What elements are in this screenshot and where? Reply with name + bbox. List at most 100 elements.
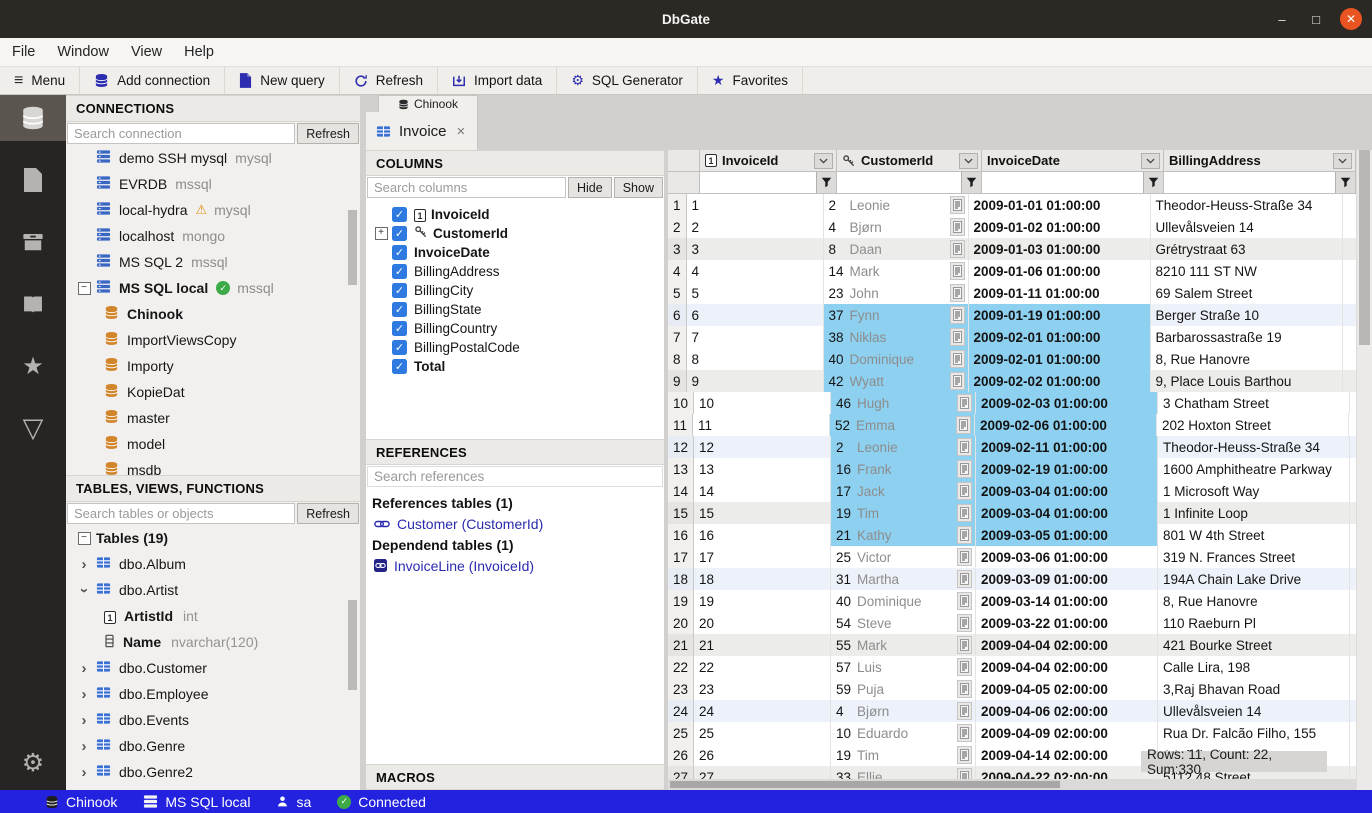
cell-customer-id[interactable]: 19Tim: [831, 502, 976, 524]
open-reference-document-icon[interactable]: [957, 394, 972, 412]
cell-billing-address[interactable]: 110 Raeburn Pl: [1158, 612, 1350, 634]
filter-funnel-button[interactable]: [816, 172, 836, 193]
menu-file[interactable]: File: [12, 44, 35, 60]
cell-customer-id[interactable]: 54Steve: [831, 612, 976, 634]
toolbar-new-query[interactable]: New query: [225, 67, 340, 94]
cell-billing-address[interactable]: Rua Dr. Falcão Filho, 155: [1158, 722, 1350, 744]
cell-invoice-id[interactable]: 17: [694, 546, 831, 568]
filter-funnel-button[interactable]: [961, 172, 981, 193]
grid-column-header-invoiceid[interactable]: 1InvoiceId: [700, 150, 837, 172]
toolbar-refresh[interactable]: Refresh: [340, 67, 438, 94]
checkbox-checked-icon[interactable]: ✓: [392, 340, 407, 355]
open-reference-document-icon[interactable]: [957, 702, 972, 720]
status-ms-sql-local[interactable]: MS SQL local: [143, 794, 250, 810]
tree-item-dbo-genre[interactable]: › dbo.Genre: [66, 733, 360, 759]
connection-item-localhost[interactable]: localhost mongo: [66, 223, 360, 249]
tab-close-icon[interactable]: ×: [457, 123, 466, 140]
chevron-right-icon[interactable]: ›: [82, 764, 87, 781]
row-number-cell[interactable]: 1: [668, 194, 687, 216]
cell-customer-id[interactable]: 31Martha: [831, 568, 976, 590]
cell-invoice-date[interactable]: 2009-02-02 01:00:00: [969, 370, 1151, 392]
row-number-cell[interactable]: 2: [668, 216, 687, 238]
connection-item-msdb[interactable]: msdb: [66, 457, 360, 475]
tree-item-tables-19[interactable]: − Tables (19): [66, 525, 360, 551]
reference-link-invoiceline-invoiceid[interactable]: InvoiceLine (InvoiceId): [372, 555, 664, 576]
checkbox-checked-icon[interactable]: ✓: [392, 321, 407, 336]
cell-customer-id[interactable]: 37Fynn: [824, 304, 969, 326]
chevron-right-icon[interactable]: ›: [82, 686, 87, 703]
connection-item-master[interactable]: master: [66, 405, 360, 431]
cell-invoice-date[interactable]: 2009-04-09 02:00:00: [976, 722, 1158, 744]
column-dropdown-button[interactable]: [959, 153, 978, 169]
cell-invoice-id[interactable]: 23: [694, 678, 831, 700]
cell-customer-id[interactable]: 2Leonie: [824, 194, 969, 216]
cell-billing-address[interactable]: 1 Infinite Loop: [1158, 502, 1350, 524]
cell-billing-address[interactable]: Ullevålsveien 14: [1151, 216, 1343, 238]
status-sa[interactable]: sa: [276, 794, 311, 810]
cell-billing-address[interactable]: Calle Lira, 198: [1158, 656, 1350, 678]
open-reference-document-icon[interactable]: [950, 328, 965, 346]
cell-invoice-date[interactable]: 2009-04-14 02:00:00: [976, 744, 1158, 766]
cell-customer-id[interactable]: 21Kathy: [831, 524, 976, 546]
filter-input-customerid[interactable]: [837, 172, 961, 193]
cell-invoice-date[interactable]: 2009-03-14 01:00:00: [976, 590, 1158, 612]
open-reference-document-icon[interactable]: [957, 482, 972, 500]
connection-item-importy[interactable]: Importy: [66, 353, 360, 379]
connection-item-kopiedat[interactable]: KopieDat: [66, 379, 360, 405]
cell-invoice-date[interactable]: 2009-01-06 01:00:00: [969, 260, 1151, 282]
open-reference-document-icon[interactable]: [957, 746, 972, 764]
open-reference-document-icon[interactable]: [957, 614, 972, 632]
cell-invoice-id[interactable]: 15: [694, 502, 831, 524]
row-number-cell[interactable]: 5: [668, 282, 687, 304]
cell-invoice-date[interactable]: 2009-03-04 01:00:00: [976, 480, 1158, 502]
cell-billing-address[interactable]: 8, Rue Hanovre: [1151, 348, 1343, 370]
connections-scrollbar[interactable]: [348, 210, 357, 285]
cell-customer-id[interactable]: 10Eduardo: [831, 722, 976, 744]
cell-customer-id[interactable]: 14Mark: [824, 260, 969, 282]
hide-button[interactable]: Hide: [568, 177, 612, 198]
connection-item-demo-ssh-mysql[interactable]: demo SSH mysql mysql: [66, 145, 360, 171]
cell-customer-id[interactable]: 23John: [824, 282, 969, 304]
cell-invoice-id[interactable]: 7: [687, 326, 824, 348]
open-reference-document-icon[interactable]: [950, 218, 965, 236]
cell-invoice-date[interactable]: 2009-02-19 01:00:00: [976, 458, 1158, 480]
tree-item-dbo-genre2[interactable]: › dbo.Genre2: [66, 759, 360, 785]
open-reference-document-icon[interactable]: [957, 636, 972, 654]
tree-item-dbo-customer[interactable]: › dbo.Customer: [66, 655, 360, 681]
cell-billing-address[interactable]: 1 Microsoft Way: [1158, 480, 1350, 502]
tables-scrollbar[interactable]: [348, 600, 357, 690]
row-number-cell[interactable]: 13: [668, 458, 694, 480]
open-reference-document-icon[interactable]: [957, 460, 972, 478]
tab-invoice[interactable]: Invoice ×: [366, 112, 478, 150]
tree-item-name[interactable]: Name nvarchar(120): [66, 629, 360, 655]
cell-billing-address[interactable]: 801 W 4th Street: [1158, 524, 1350, 546]
search-references-input[interactable]: [367, 466, 663, 487]
cell-customer-id[interactable]: 4Bjørn: [824, 216, 969, 238]
row-number-cell[interactable]: 19: [668, 590, 694, 612]
open-reference-document-icon[interactable]: [956, 416, 971, 434]
cell-invoice-id[interactable]: 25: [694, 722, 831, 744]
cell-invoice-date[interactable]: 2009-02-11 01:00:00: [976, 436, 1158, 458]
open-reference-document-icon[interactable]: [957, 548, 972, 566]
open-reference-document-icon[interactable]: [950, 196, 965, 214]
cell-customer-id[interactable]: 17Jack: [831, 480, 976, 502]
maximize-button[interactable]: □: [1306, 12, 1326, 27]
filter-input-invoicedate[interactable]: [982, 172, 1143, 193]
connection-item-ms-sql-local[interactable]: −MS SQL local ✓ mssql: [66, 275, 360, 301]
cell-invoice-id[interactable]: 16: [694, 524, 831, 546]
menu-help[interactable]: Help: [184, 44, 214, 60]
column-item-invoiceid[interactable]: ✓ 1InvoiceId: [366, 205, 664, 224]
rail-item-database[interactable]: [0, 95, 66, 141]
cell-billing-address[interactable]: 202 Hoxton Street: [1157, 414, 1349, 436]
row-number-cell[interactable]: 9: [668, 370, 687, 392]
toolbar-add-connection[interactable]: Add connection: [80, 67, 225, 94]
cell-invoice-id[interactable]: 8: [687, 348, 824, 370]
rail-item-file[interactable]: [0, 157, 66, 203]
connection-item-evrdb[interactable]: EVRDB mssql: [66, 171, 360, 197]
rail-item-star[interactable]: ★: [0, 343, 66, 389]
cell-invoice-id[interactable]: 4: [687, 260, 824, 282]
cell-customer-id[interactable]: 8Daan: [824, 238, 969, 260]
cell-invoice-date[interactable]: 2009-01-03 01:00:00: [969, 238, 1151, 260]
open-reference-document-icon[interactable]: [957, 504, 972, 522]
close-button[interactable]: ✕: [1340, 8, 1362, 30]
